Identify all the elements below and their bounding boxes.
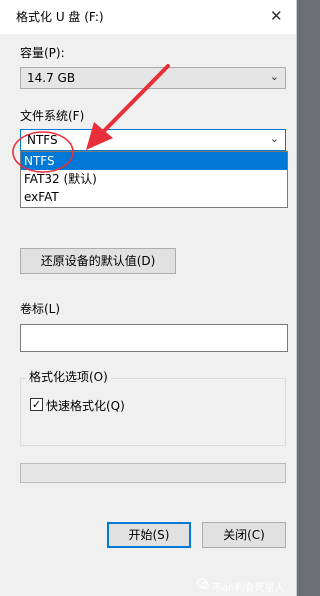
quick-format-checkbox[interactable]: ✓ xyxy=(30,398,43,411)
watermark-text: 不an利会死星人 xyxy=(212,583,285,594)
format-options-label: 格式化选项(O) xyxy=(26,368,111,385)
start-button[interactable]: 开始(S) xyxy=(107,522,191,548)
volume-label: 卷标(L) xyxy=(20,302,61,316)
close-icon[interactable]: ✕ xyxy=(270,7,283,25)
filesystem-option[interactable]: NTFS xyxy=(21,152,287,170)
filesystem-select[interactable]: NTFS ⌄ xyxy=(20,129,286,151)
capacity-label: 容量(P): xyxy=(20,46,65,60)
format-dialog: 格式化 U 盘 (F:) ✕ 容量(P): 14.7 GB ⌄ 文件系统(F) … xyxy=(0,0,297,596)
filesystem-option[interactable]: exFAT xyxy=(21,188,287,206)
chevron-down-icon: ⌄ xyxy=(269,132,279,145)
capacity-value: 14.7 GB xyxy=(27,71,76,85)
window-title: 格式化 U 盘 (F:) xyxy=(16,10,104,24)
volume-label-input[interactable] xyxy=(20,324,288,352)
wechat-icon xyxy=(197,578,209,590)
format-progress-bar xyxy=(20,463,286,483)
restore-defaults-button[interactable]: 还原设备的默认值(D) xyxy=(20,248,176,274)
filesystem-value: NTFS xyxy=(27,133,58,147)
capacity-select[interactable]: 14.7 GB ⌄ xyxy=(20,67,286,89)
checkmark-icon: ✓ xyxy=(31,398,42,411)
close-button[interactable]: 关闭(C) xyxy=(202,522,286,548)
quick-format-label[interactable]: 快速格式化(Q) xyxy=(46,397,125,414)
chevron-down-icon: ⌄ xyxy=(269,70,279,83)
filesystem-label: 文件系统(F) xyxy=(20,109,85,123)
title-bar: 格式化 U 盘 (F:) ✕ xyxy=(0,0,296,34)
filesystem-dropdown-list: NTFS FAT32 (默认) exFAT xyxy=(20,151,288,208)
filesystem-option[interactable]: FAT32 (默认) xyxy=(21,170,287,188)
